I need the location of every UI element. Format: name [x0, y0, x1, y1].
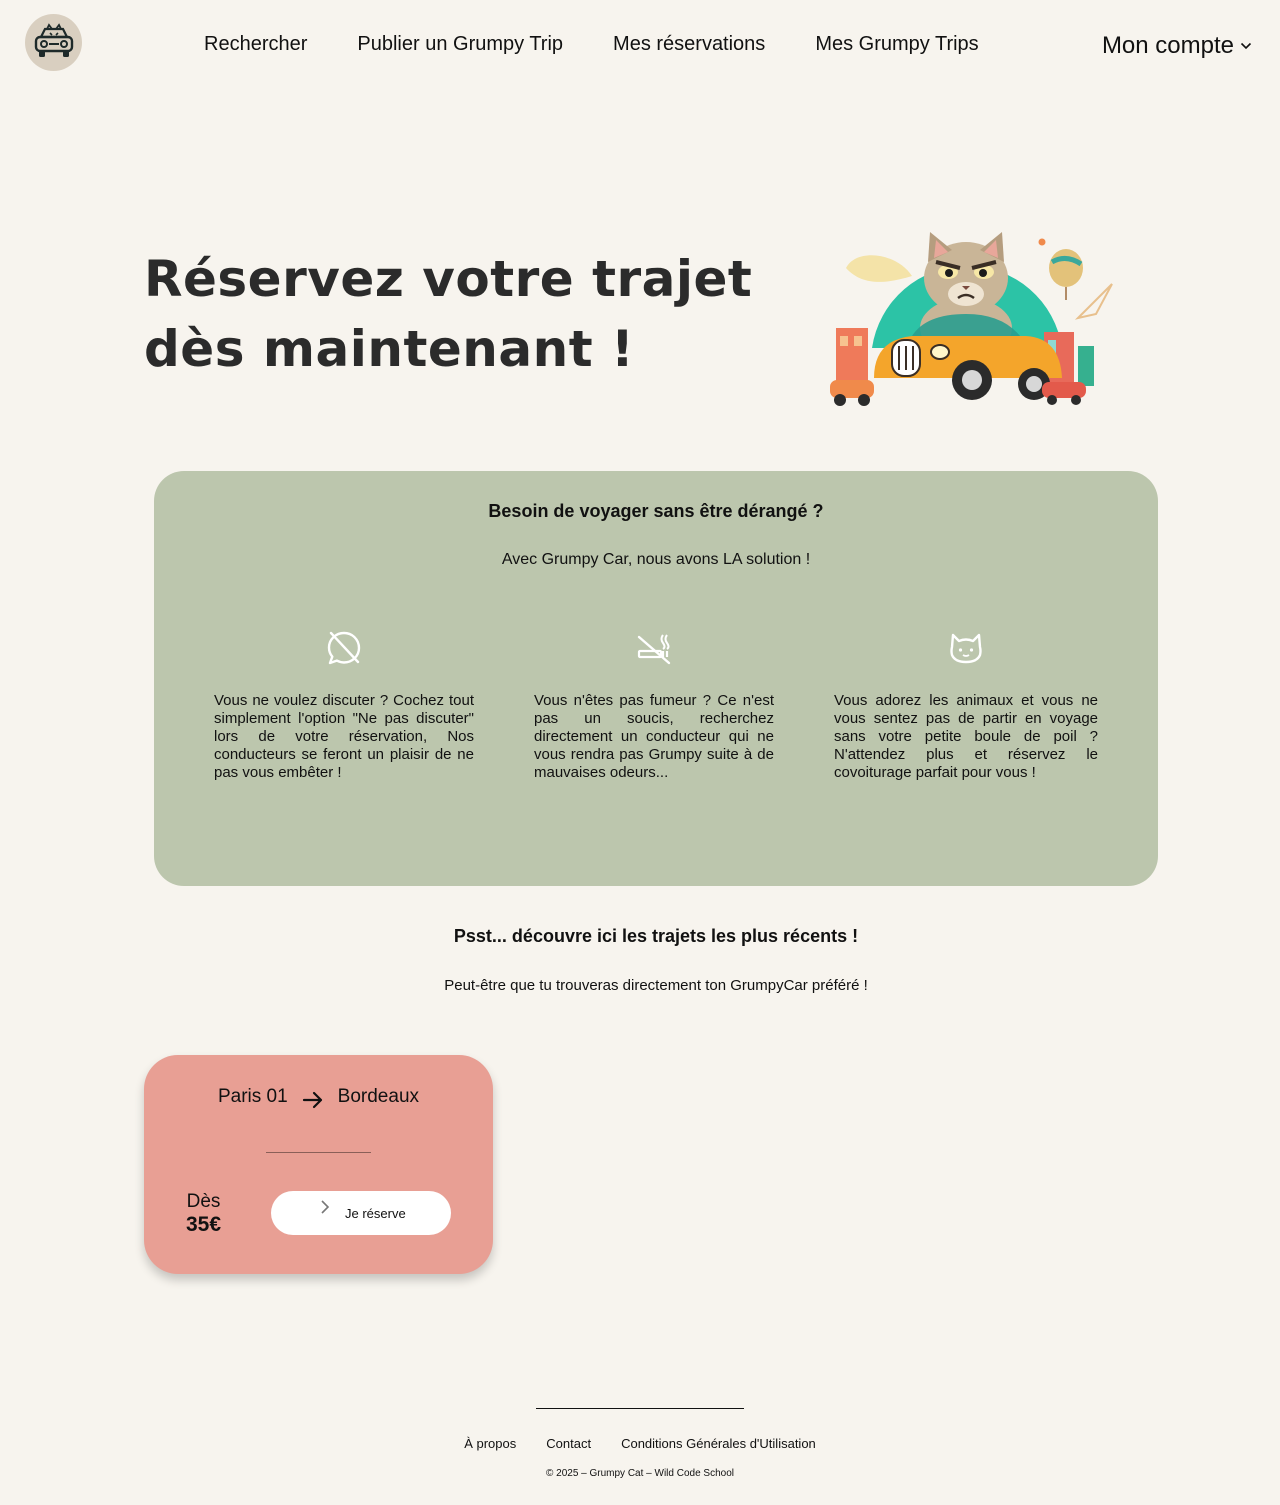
top-header: Rechercher Publier un Grumpy Trip Mes ré…: [0, 0, 1280, 90]
footer-divider: [536, 1408, 744, 1409]
nav-publier-trip[interactable]: Publier un Grumpy Trip: [357, 33, 563, 56]
footer-links: À propos Contact Conditions Générales d'…: [0, 1436, 1280, 1451]
account-label: Mon compte: [1101, 32, 1234, 59]
trip-card-divider: [266, 1152, 371, 1153]
reserve-button[interactable]: Je réserve: [271, 1191, 451, 1235]
trip-arrival: Bordeaux: [337, 1086, 420, 1107]
feature-pets-text: Vous adorez les animaux et vous ne vous …: [834, 692, 1098, 781]
no-smoking-icon: [637, 634, 671, 665]
hero-title: Réservez votre trajet dès maintenant !: [144, 244, 764, 384]
footer-link-contact[interactable]: Contact: [546, 1436, 591, 1451]
no-chat-icon: [327, 631, 361, 665]
feature-no-chat-text: Vous ne voulez discuter ? Cochez tout si…: [214, 692, 474, 781]
car-cat-logo-icon: [34, 22, 73, 57]
features-panel: Besoin de voyager sans être dérangé ? Av…: [154, 471, 1158, 886]
feature-no-chat: Vous ne voulez discuter ? Cochez tout si…: [214, 629, 474, 782]
arrow-right-icon: [302, 1091, 322, 1109]
feature-no-smoking: Vous n'êtes pas fumeur ? Ce n'est pas un…: [534, 629, 774, 782]
reserve-button-label: Je réserve: [345, 1206, 406, 1221]
trip-route: Paris 01 Bordeaux: [144, 1085, 493, 1109]
trip-price: Dès 35€: [186, 1191, 221, 1237]
footer-link-cgu[interactable]: Conditions Générales d'Utilisation: [621, 1436, 816, 1451]
footer-link-about[interactable]: À propos: [464, 1436, 516, 1451]
grumpy-cat-driving-illustration: [830, 232, 1113, 406]
nav-mes-reservations[interactable]: Mes réservations: [613, 33, 765, 56]
chevron-down-icon: [1240, 42, 1252, 50]
recent-trips-title: Psst... découvre ici les trajets les plu…: [453, 926, 859, 946]
trip-departure: Paris 01: [217, 1086, 288, 1107]
nav-rechercher[interactable]: Rechercher: [204, 33, 307, 56]
feature-pets: Vous adorez les animaux et vous ne vous …: [834, 629, 1098, 782]
main-nav: Rechercher Publier un Grumpy Trip Mes ré…: [204, 33, 979, 56]
hero-title-line-1: Réservez votre trajet: [144, 250, 753, 308]
grumpy-car-logo[interactable]: [25, 14, 82, 71]
recent-trips-subtitle: Peut-être que tu trouveras directement t…: [444, 977, 868, 994]
trip-price-prefix: Dès: [186, 1191, 221, 1212]
chevron-right-icon: [321, 1200, 330, 1214]
features-panel-subtitle: Avec Grumpy Car, nous avons LA solution …: [501, 551, 811, 568]
hero-title-line-2: dès maintenant !: [144, 320, 635, 378]
features-panel-title: Besoin de voyager sans être dérangé ?: [488, 501, 824, 521]
account-menu[interactable]: Mon compte: [1102, 32, 1252, 60]
cat-icon: [950, 633, 982, 664]
trip-card[interactable]: Paris 01 Bordeaux Dès 35€ Je réserve: [144, 1055, 493, 1274]
footer-copyright: © 2025 – Grumpy Cat – Wild Code School: [545, 1468, 734, 1479]
nav-mes-grumpy-trips[interactable]: Mes Grumpy Trips: [815, 33, 978, 56]
trip-price-value: 35€: [186, 1213, 222, 1236]
feature-no-smoking-text: Vous n'êtes pas fumeur ? Ce n'est pas un…: [534, 692, 774, 781]
